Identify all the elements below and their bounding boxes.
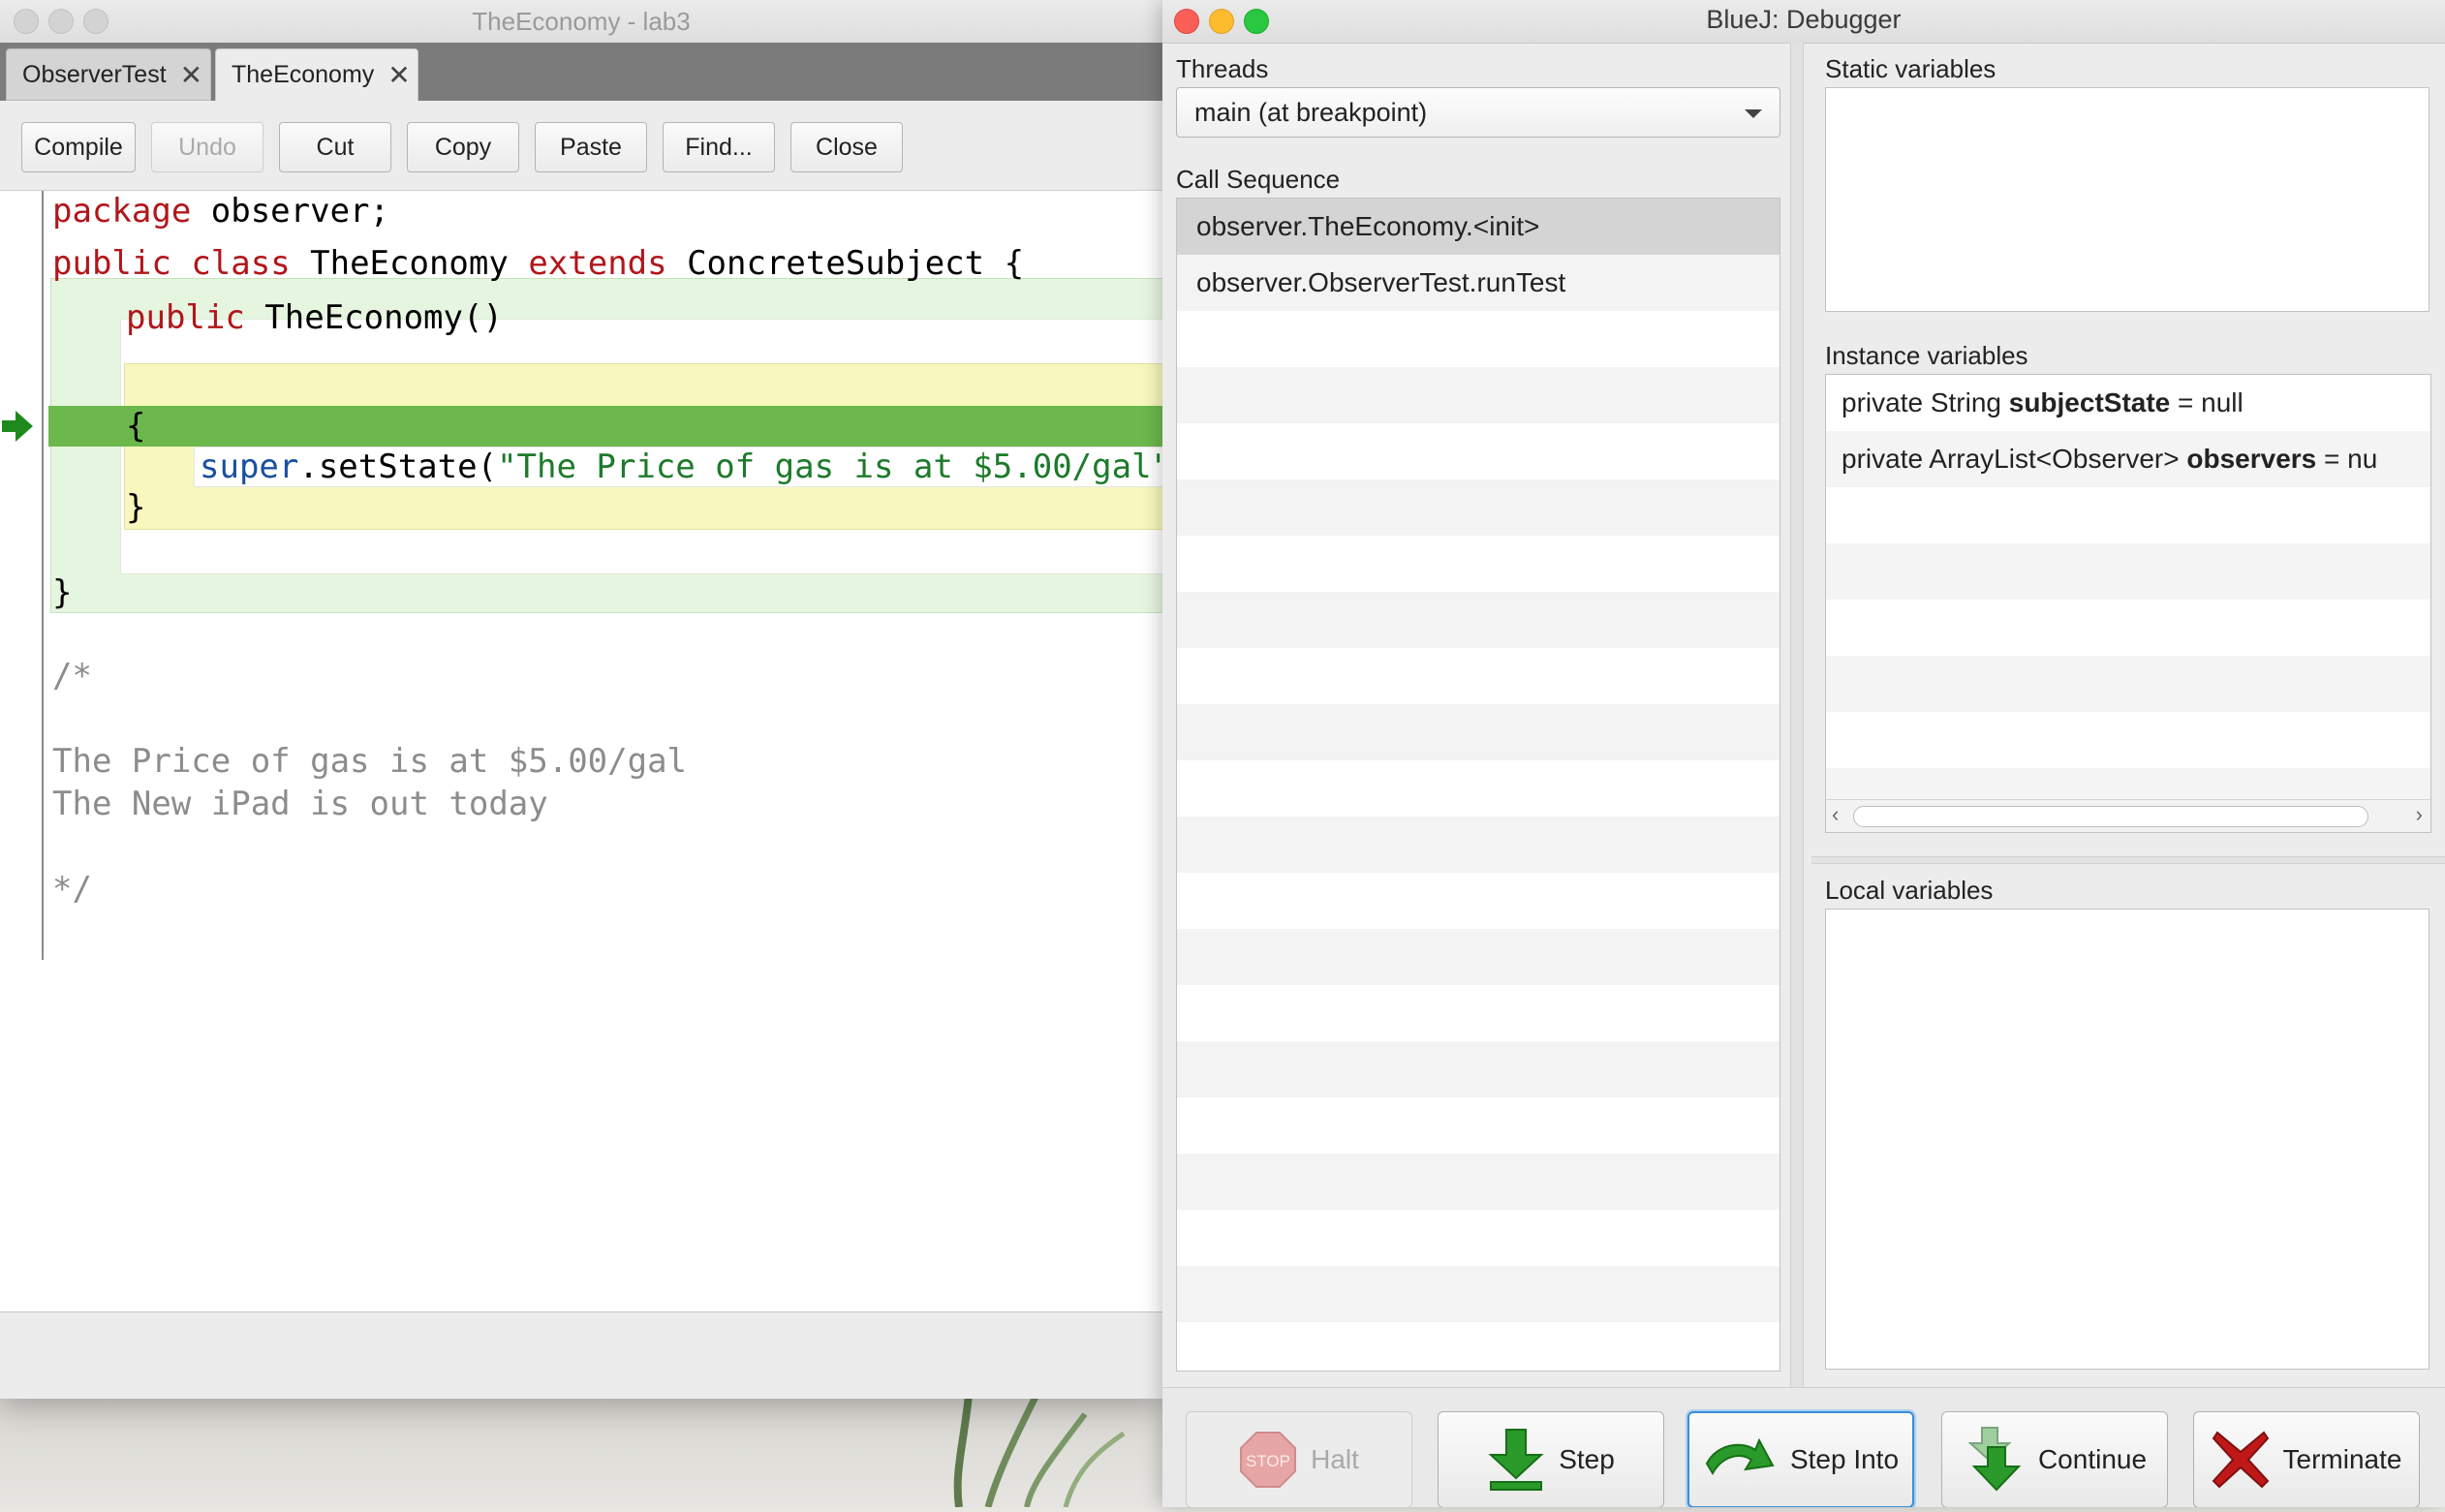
instance-variables-list[interactable]: private String subjectState = null priva… xyxy=(1825,374,2431,833)
step-into-button[interactable]: Step Into xyxy=(1687,1411,1914,1507)
code-line-2: public class TheEconomy extends Concrete… xyxy=(52,244,1025,283)
editor-tab-bar: ObserverTest ✕ TheEconomy ✕ xyxy=(0,43,1162,101)
list-item[interactable]: private ArrayList<Observer> observers = … xyxy=(1826,431,2430,487)
code-line-5: super.setState("The Price of gas is at $… xyxy=(200,447,1162,486)
execution-arrow-icon xyxy=(2,411,33,442)
plant-decoration xyxy=(953,1393,1126,1508)
instance-variables-label: Instance variables xyxy=(1825,341,2028,370)
current-line-highlight xyxy=(48,406,1162,447)
stop-sign-icon: STOP xyxy=(1240,1432,1297,1488)
editor-titlebar: TheEconomy - lab3 xyxy=(0,0,1162,44)
static-variables-list[interactable] xyxy=(1825,87,2430,312)
static-variables-label: Static variables xyxy=(1825,54,1996,83)
terminate-label: Terminate xyxy=(2282,1444,2402,1474)
step-label: Step xyxy=(1559,1444,1615,1474)
close-icon[interactable]: ✕ xyxy=(180,59,202,91)
code-line-3: public TheEconomy() xyxy=(126,298,503,337)
split-pane-divider[interactable] xyxy=(1790,43,1804,1387)
close-icon[interactable]: ✕ xyxy=(387,59,410,91)
code-line-4: { xyxy=(126,407,146,446)
terminate-button[interactable]: Terminate xyxy=(2193,1411,2420,1507)
editor-status-bar xyxy=(0,1311,1162,1399)
code-line-6: } xyxy=(126,488,146,527)
comment-line-4: */ xyxy=(52,870,92,909)
undo-button[interactable]: Undo xyxy=(151,122,263,172)
cut-button[interactable]: Cut xyxy=(279,122,391,172)
tab-observertest[interactable]: ObserverTest ✕ xyxy=(6,48,211,101)
halt-label: Halt xyxy=(1311,1444,1359,1474)
scroll-left-icon[interactable]: ‹ xyxy=(1832,802,1839,827)
step-into-label: Step Into xyxy=(1789,1444,1900,1474)
halt-button[interactable]: STOP Halt xyxy=(1186,1411,1412,1507)
gutter-divider xyxy=(42,191,44,960)
step-down-arrow-icon xyxy=(1488,1429,1544,1491)
continue-arrows-icon xyxy=(1967,1427,2022,1492)
code-line-7: } xyxy=(52,573,73,612)
comment-line-2: The Price of gas is at $5.00/gal xyxy=(52,742,688,781)
debugger-window-title: BlueJ: Debugger xyxy=(1706,5,1902,34)
comment-line-1: /* xyxy=(52,657,92,695)
list-item[interactable]: observer.TheEconomy.<init> xyxy=(1177,199,1780,255)
continue-label: Continue xyxy=(2037,1444,2148,1474)
editor-window-title: TheEconomy - lab3 xyxy=(472,7,691,36)
local-variables-list[interactable] xyxy=(1825,909,2430,1370)
paste-button[interactable]: Paste xyxy=(535,122,647,172)
call-sequence-label: Call Sequence xyxy=(1176,165,1341,194)
list-item[interactable]: private String subjectState = null xyxy=(1826,375,2430,431)
debugger-titlebar: BlueJ: Debugger xyxy=(1162,0,2445,44)
threads-label: Threads xyxy=(1176,54,1269,83)
comment-line-3: The New iPad is out today xyxy=(52,785,548,823)
step-button[interactable]: Step xyxy=(1438,1411,1664,1507)
scroll-right-icon[interactable]: › xyxy=(2416,802,2423,827)
tab-label: TheEconomy xyxy=(232,61,375,88)
desktop-background xyxy=(0,1393,1162,1508)
continue-button[interactable]: Continue xyxy=(1941,1411,2168,1507)
terminate-x-icon xyxy=(2212,1431,2269,1489)
svg-text:STOP: STOP xyxy=(1246,1452,1290,1470)
debugger-control-bar: STOP Halt Step Step Into Continue Termin… xyxy=(1162,1387,2445,1507)
find-button[interactable]: Find... xyxy=(663,122,775,172)
chevron-down-icon xyxy=(1745,109,1762,118)
scrollbar-thumb[interactable] xyxy=(1853,806,2368,827)
close-button[interactable]: Close xyxy=(790,122,903,172)
copy-button[interactable]: Copy xyxy=(407,122,519,172)
threads-dropdown[interactable]: main (at breakpoint) xyxy=(1176,87,1780,138)
compile-button[interactable]: Compile xyxy=(21,122,136,172)
local-variables-label: Local variables xyxy=(1825,876,1994,905)
editor-toolbar: Compile Undo Cut Copy Paste Find... Clos… xyxy=(0,101,1162,190)
call-sequence-list[interactable]: observer.TheEconomy.<init> observer.Obse… xyxy=(1176,198,1780,1372)
list-item[interactable]: observer.ObserverTest.runTest xyxy=(1177,255,1780,311)
horizontal-split-divider[interactable] xyxy=(1811,856,2445,864)
horizontal-scrollbar[interactable]: ‹ › xyxy=(1826,799,2430,832)
debugger-window: BlueJ: Debugger Threads main (at breakpo… xyxy=(1162,0,2445,1507)
tab-label: ObserverTest xyxy=(22,60,167,88)
code-editor[interactable]: package observer; public class TheEconom… xyxy=(0,190,1162,1312)
editor-window: TheEconomy - lab3 ObserverTest ✕ TheEcon… xyxy=(0,0,1162,1399)
tab-theeconomy[interactable]: TheEconomy ✕ xyxy=(215,48,418,101)
threads-selected-value: main (at breakpoint) xyxy=(1194,97,1428,127)
step-into-arrow-icon xyxy=(1705,1437,1775,1475)
code-line-1: package observer; xyxy=(52,192,389,231)
